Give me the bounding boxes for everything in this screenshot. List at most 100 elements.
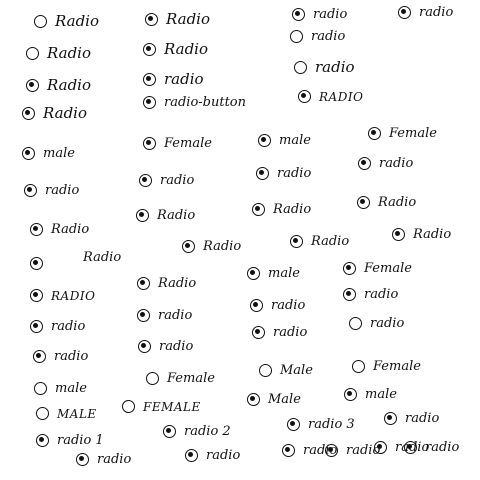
radio-option[interactable]: radio bbox=[398, 6, 453, 19]
radio-selected-icon[interactable] bbox=[143, 73, 156, 86]
radio-option[interactable]: radio bbox=[256, 167, 311, 180]
radio-option[interactable]: Radio bbox=[357, 196, 416, 209]
radio-selected-icon[interactable] bbox=[145, 13, 158, 26]
radio-selected-icon[interactable] bbox=[137, 309, 150, 322]
radio-option[interactable]: Radio bbox=[30, 251, 121, 270]
radio-selected-icon[interactable] bbox=[343, 262, 356, 275]
radio-option[interactable]: Radio bbox=[252, 203, 311, 216]
radio-option[interactable]: Radio bbox=[26, 78, 91, 93]
radio-selected-icon[interactable] bbox=[136, 209, 149, 222]
radio-circle-icon[interactable] bbox=[294, 61, 307, 74]
radio-option[interactable]: male bbox=[22, 147, 75, 160]
radio-option[interactable]: radio bbox=[30, 320, 85, 333]
radio-selected-icon[interactable] bbox=[138, 340, 151, 353]
radio-option[interactable]: radio bbox=[24, 184, 79, 197]
radio-option[interactable]: radio bbox=[138, 340, 193, 353]
radio-option[interactable]: radio bbox=[349, 317, 404, 330]
radio-circle-icon[interactable] bbox=[36, 407, 49, 420]
radio-option[interactable]: Female bbox=[146, 372, 215, 385]
radio-selected-icon[interactable] bbox=[374, 441, 387, 454]
radio-option[interactable]: Radio bbox=[182, 240, 241, 253]
radio-option[interactable]: radio-button bbox=[143, 96, 246, 109]
radio-option[interactable]: radio 1 bbox=[36, 434, 104, 447]
radio-circle-icon[interactable] bbox=[352, 360, 365, 373]
radio-option[interactable]: Female bbox=[143, 137, 212, 150]
radio-option[interactable]: radio bbox=[343, 288, 398, 301]
radio-option[interactable]: RADIO bbox=[30, 289, 95, 302]
radio-option[interactable]: radio bbox=[290, 30, 345, 43]
radio-selected-icon[interactable] bbox=[368, 127, 381, 140]
radio-option[interactable]: Male bbox=[259, 364, 313, 377]
radio-selected-icon[interactable] bbox=[76, 453, 89, 466]
radio-selected-icon[interactable] bbox=[33, 350, 46, 363]
radio-selected-icon[interactable] bbox=[258, 134, 271, 147]
radio-option[interactable]: Radio bbox=[143, 42, 208, 57]
radio-option[interactable]: male bbox=[258, 134, 311, 147]
radio-option[interactable]: FEMALE bbox=[122, 400, 201, 413]
radio-selected-icon[interactable] bbox=[256, 167, 269, 180]
radio-selected-icon[interactable] bbox=[282, 444, 295, 457]
radio-option[interactable]: male bbox=[247, 267, 300, 280]
radio-selected-icon[interactable] bbox=[143, 96, 156, 109]
radio-selected-icon[interactable] bbox=[247, 267, 260, 280]
radio-option[interactable]: radio bbox=[185, 449, 240, 462]
radio-circle-icon[interactable] bbox=[349, 317, 362, 330]
radio-selected-icon[interactable] bbox=[384, 412, 397, 425]
radio-circle-icon[interactable] bbox=[34, 15, 47, 28]
radio-option[interactable]: radio bbox=[384, 412, 439, 425]
radio-selected-icon[interactable] bbox=[30, 320, 43, 333]
radio-circle-icon[interactable] bbox=[259, 364, 272, 377]
radio-circle-icon[interactable] bbox=[122, 400, 135, 413]
radio-selected-icon[interactable] bbox=[163, 425, 176, 438]
radio-selected-icon[interactable] bbox=[325, 444, 338, 457]
radio-selected-icon[interactable] bbox=[30, 257, 43, 270]
radio-option[interactable]: Radio bbox=[22, 106, 87, 121]
radio-selected-icon[interactable] bbox=[292, 8, 305, 21]
radio-selected-icon[interactable] bbox=[22, 107, 35, 120]
radio-selected-icon[interactable] bbox=[290, 235, 303, 248]
radio-selected-icon[interactable] bbox=[392, 228, 405, 241]
radio-selected-icon[interactable] bbox=[30, 289, 43, 302]
radio-selected-icon[interactable] bbox=[137, 277, 150, 290]
radio-selected-icon[interactable] bbox=[250, 299, 263, 312]
radio-option[interactable]: Radio bbox=[30, 223, 89, 236]
radio-selected-icon[interactable] bbox=[143, 43, 156, 56]
radio-option[interactable]: Radio bbox=[136, 209, 195, 222]
radio-selected-icon[interactable] bbox=[22, 147, 35, 160]
radio-selected-icon[interactable] bbox=[185, 449, 198, 462]
radio-option[interactable]: radio 3 bbox=[287, 418, 355, 431]
radio-option[interactable]: radio bbox=[358, 157, 413, 170]
radio-option[interactable]: Radio bbox=[290, 235, 349, 248]
radio-option[interactable]: radio bbox=[292, 8, 347, 21]
radio-option[interactable]: Radio bbox=[137, 277, 196, 290]
radio-option[interactable]: radio bbox=[139, 174, 194, 187]
radio-selected-icon[interactable] bbox=[247, 393, 260, 406]
radio-selected-icon[interactable] bbox=[252, 326, 265, 339]
radio-selected-icon[interactable] bbox=[143, 137, 156, 150]
radio-option[interactable]: male bbox=[344, 388, 397, 401]
radio-option[interactable]: Radio bbox=[145, 12, 210, 27]
radio-option[interactable]: radio bbox=[143, 72, 204, 87]
radio-option[interactable]: radio bbox=[250, 299, 305, 312]
radio-selected-icon[interactable] bbox=[398, 6, 411, 19]
radio-option[interactable]: Radio bbox=[392, 228, 451, 241]
radio-option[interactable]: Radio bbox=[34, 14, 99, 29]
radio-selected-icon[interactable] bbox=[30, 223, 43, 236]
radio-selected-icon[interactable] bbox=[298, 90, 311, 103]
radio-selected-icon[interactable] bbox=[344, 388, 357, 401]
radio-circle-icon[interactable] bbox=[146, 372, 159, 385]
radio-option[interactable]: radio bbox=[252, 326, 307, 339]
radio-option[interactable]: radio bbox=[137, 309, 192, 322]
radio-selected-icon[interactable] bbox=[139, 174, 152, 187]
radio-selected-icon[interactable] bbox=[182, 240, 195, 253]
radio-selected-icon[interactable] bbox=[252, 203, 265, 216]
radio-selected-icon[interactable] bbox=[24, 184, 37, 197]
radio-option[interactable]: radio bbox=[33, 350, 88, 363]
radio-selected-icon[interactable] bbox=[287, 418, 300, 431]
radio-circle-icon[interactable] bbox=[290, 30, 303, 43]
radio-selected-icon[interactable] bbox=[26, 79, 39, 92]
radio-option[interactable]: Male bbox=[247, 393, 301, 406]
radio-circle-icon[interactable] bbox=[26, 47, 39, 60]
radio-option[interactable]: MALE bbox=[36, 407, 97, 420]
radio-option[interactable]: Radio bbox=[26, 46, 91, 61]
